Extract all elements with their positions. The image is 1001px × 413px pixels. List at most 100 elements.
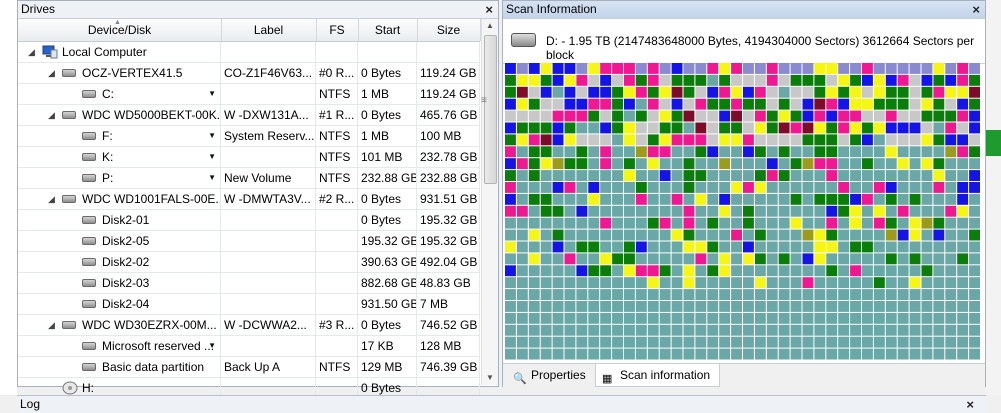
sector-block[interactable] xyxy=(624,158,635,170)
sector-block[interactable] xyxy=(647,74,659,86)
sector-block[interactable] xyxy=(802,312,814,324)
sector-block[interactable] xyxy=(838,289,850,300)
sector-block[interactable] xyxy=(731,98,742,110)
sector-block[interactable] xyxy=(671,146,683,158)
sector-block[interactable] xyxy=(647,134,659,146)
sector-block[interactable] xyxy=(683,122,695,134)
sector-block[interactable] xyxy=(576,289,588,300)
sector-block[interactable] xyxy=(719,217,731,229)
sector-block[interactable] xyxy=(540,217,552,229)
sector-block[interactable] xyxy=(885,146,897,158)
sector-block[interactable] xyxy=(754,289,766,300)
sector-block[interactable] xyxy=(647,289,659,300)
sector-block[interactable] xyxy=(766,265,778,277)
sector-block[interactable] xyxy=(873,63,885,74)
sector-block[interactable] xyxy=(850,134,861,146)
sector-block[interactable] xyxy=(707,253,719,265)
sector-block[interactable] xyxy=(552,289,564,300)
sector-block[interactable] xyxy=(731,324,742,336)
sector-block[interactable] xyxy=(814,312,826,324)
sector-block[interactable] xyxy=(802,74,814,86)
sector-block[interactable] xyxy=(719,134,731,146)
sector-block[interactable] xyxy=(873,241,885,253)
sector-block[interactable] xyxy=(921,98,933,110)
sector-block[interactable] xyxy=(802,134,814,146)
sector-block[interactable] xyxy=(921,253,933,265)
sector-block[interactable] xyxy=(957,253,969,265)
sector-block[interactable] xyxy=(540,98,552,110)
sector-block[interactable] xyxy=(909,312,921,324)
sector-block[interactable] xyxy=(933,158,945,170)
sector-block[interactable] xyxy=(814,324,826,336)
sector-block[interactable] xyxy=(707,205,719,217)
sector-block[interactable] xyxy=(778,86,790,98)
sector-block[interactable] xyxy=(838,86,850,98)
sector-block[interactable] xyxy=(505,205,516,217)
sector-block[interactable] xyxy=(647,170,659,181)
sector-block[interactable] xyxy=(635,158,647,170)
sector-block[interactable] xyxy=(909,324,921,336)
sector-block[interactable] xyxy=(754,122,766,134)
sector-block[interactable] xyxy=(695,193,707,205)
sector-block[interactable] xyxy=(731,253,742,265)
sector-map[interactable] xyxy=(505,63,981,361)
sector-block[interactable] xyxy=(647,301,659,312)
sector-block[interactable] xyxy=(588,277,600,289)
sector-block[interactable] xyxy=(600,193,612,205)
sector-block[interactable] xyxy=(588,229,600,241)
sector-block[interactable] xyxy=(790,146,802,158)
sector-block[interactable] xyxy=(969,74,980,86)
sector-block[interactable] xyxy=(695,182,707,193)
sector-block[interactable] xyxy=(624,170,635,181)
sector-block[interactable] xyxy=(695,170,707,181)
sector-block[interactable] xyxy=(838,74,850,86)
sector-block[interactable] xyxy=(909,241,921,253)
expand-toggle-icon[interactable]: ◢ xyxy=(48,189,55,209)
sector-block[interactable] xyxy=(909,301,921,312)
sector-block[interactable] xyxy=(505,182,516,193)
sector-block[interactable] xyxy=(957,98,969,110)
sector-block[interactable] xyxy=(552,324,564,336)
sector-block[interactable] xyxy=(731,170,742,181)
sector-block[interactable] xyxy=(707,182,719,193)
sector-block[interactable] xyxy=(957,241,969,253)
sector-block[interactable] xyxy=(957,265,969,277)
sector-block[interactable] xyxy=(814,277,826,289)
sector-block[interactable] xyxy=(862,301,873,312)
sector-block[interactable] xyxy=(850,241,861,253)
sector-block[interactable] xyxy=(957,182,969,193)
sector-block[interactable] xyxy=(969,289,980,300)
sector-block[interactable] xyxy=(766,324,778,336)
sector-block[interactable] xyxy=(552,193,564,205)
sector-block[interactable] xyxy=(766,146,778,158)
sector-block[interactable] xyxy=(719,301,731,312)
sector-block[interactable] xyxy=(909,265,921,277)
sector-block[interactable] xyxy=(921,324,933,336)
sector-block[interactable] xyxy=(945,193,957,205)
sector-block[interactable] xyxy=(743,134,754,146)
sector-block[interactable] xyxy=(683,253,695,265)
sector-block[interactable] xyxy=(552,86,564,98)
sector-block[interactable] xyxy=(719,86,731,98)
sector-block[interactable] xyxy=(778,74,790,86)
sector-block[interactable] xyxy=(576,110,588,122)
sector-block[interactable] xyxy=(826,158,838,170)
sector-block[interactable] xyxy=(850,205,861,217)
sector-block[interactable] xyxy=(731,146,742,158)
sector-block[interactable] xyxy=(707,265,719,277)
sector-block[interactable] xyxy=(528,158,540,170)
sector-block[interactable] xyxy=(731,312,742,324)
sector-block[interactable] xyxy=(909,98,921,110)
sector-block[interactable] xyxy=(862,74,873,86)
sector-block[interactable] xyxy=(731,217,742,229)
sector-block[interactable] xyxy=(719,348,731,360)
sector-block[interactable] xyxy=(564,277,576,289)
sector-block[interactable] xyxy=(505,253,516,265)
sector-block[interactable] xyxy=(969,193,980,205)
sector-block[interactable] xyxy=(564,110,576,122)
sector-block[interactable] xyxy=(754,336,766,348)
sector-block[interactable] xyxy=(516,146,528,158)
sector-block[interactable] xyxy=(802,170,814,181)
sector-block[interactable] xyxy=(754,265,766,277)
sector-block[interactable] xyxy=(945,312,957,324)
